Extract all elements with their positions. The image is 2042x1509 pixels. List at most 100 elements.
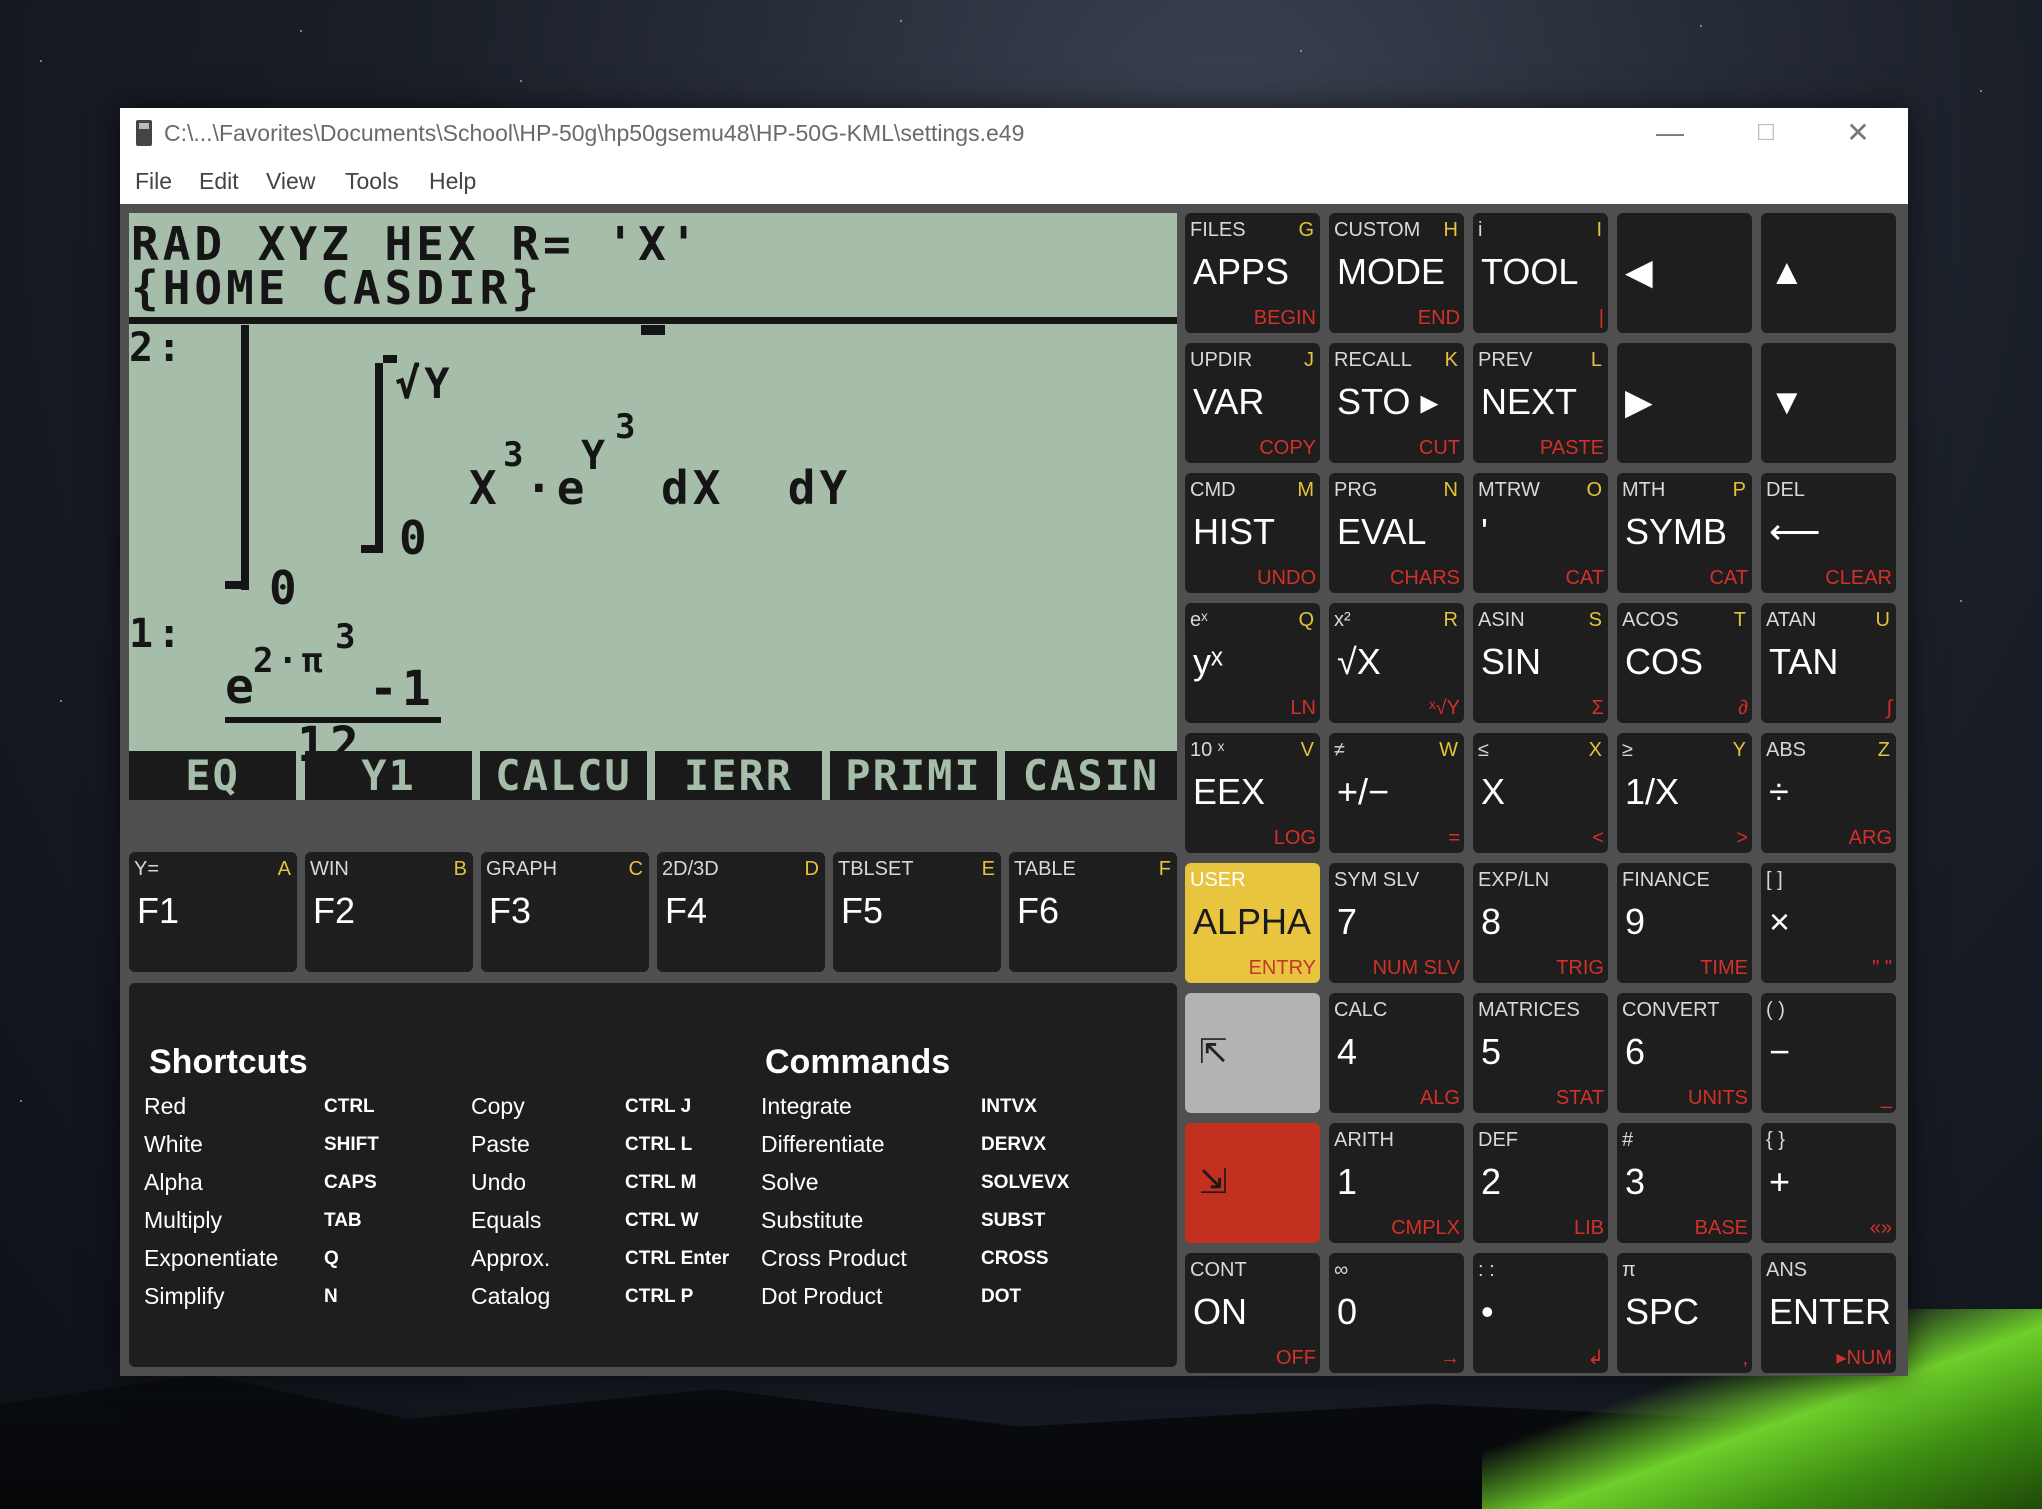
key-f2[interactable]: WIN B F2: [305, 852, 473, 972]
key--3[interactable]: ◀: [1617, 213, 1752, 333]
command-key: DOT: [981, 1286, 1022, 1307]
key-cos-18[interactable]: ACOS T COS ∂: [1617, 603, 1752, 723]
key-label-tr: Z: [1877, 739, 1890, 761]
key-label-tl: 10 ˣ: [1190, 739, 1225, 761]
key-tool-2[interactable]: i I TOOL |: [1473, 213, 1608, 333]
key-next-7[interactable]: PREV L NEXT PASTE: [1473, 343, 1608, 463]
command-key: SOLVEVX: [981, 1172, 1070, 1193]
key-label-main: 2: [1481, 1161, 1502, 1202]
key-f1[interactable]: Y= A F1: [129, 852, 297, 972]
key-hist-10[interactable]: CMD M HIST UNDO: [1185, 473, 1320, 593]
lcd-tab-3: CALCU: [480, 751, 647, 800]
lcd-tab-4: IERR: [655, 751, 822, 800]
key-label-br: CUT: [1418, 437, 1460, 459]
key--42[interactable]: : : • ↲: [1473, 1253, 1608, 1373]
key-alpha-25[interactable]: USER ALPHA ENTRY: [1185, 863, 1320, 983]
key-f3[interactable]: GRAPH C F3: [481, 852, 649, 972]
key-label-main: 4: [1337, 1031, 1358, 1072]
shortcut-name: White: [144, 1131, 203, 1157]
key-eval-11[interactable]: PRG N EVAL CHARS: [1329, 473, 1464, 593]
key--4[interactable]: ▲: [1761, 213, 1896, 333]
key-f4[interactable]: 2D/3D D F4: [657, 852, 825, 972]
key-1-36[interactable]: ARITH 1 CMPLX: [1329, 1123, 1464, 1243]
key-label-tl: ARITH: [1334, 1129, 1394, 1151]
key-label-tl: CALC: [1334, 999, 1388, 1021]
key-var-5[interactable]: UPDIR J VAR COPY: [1185, 343, 1320, 463]
emulator-window: C:\...\Favorites\Documents\School\HP-50g…: [120, 108, 1908, 1376]
key--30[interactable]: ⇱: [1185, 993, 1320, 1113]
shortcut-key: N: [324, 1286, 338, 1307]
menu-tools[interactable]: Tools: [345, 168, 399, 195]
key-label-tl: ≠: [1334, 739, 1345, 761]
key-8-27[interactable]: EXP/LN 8 TRIG: [1473, 863, 1608, 983]
key--9[interactable]: ▼: [1761, 343, 1896, 463]
minimize-button[interactable]: —: [1624, 108, 1716, 158]
title-bar[interactable]: C:\...\Favorites\Documents\School\HP-50g…: [120, 108, 1908, 158]
lcd-separator: [129, 317, 1177, 324]
key-0-41[interactable]: ∞ 0 →: [1329, 1253, 1464, 1373]
key-9-28[interactable]: FINANCE 9 TIME: [1617, 863, 1752, 983]
key-sin-17[interactable]: ASIN S SIN Σ: [1473, 603, 1608, 723]
key--21[interactable]: ≠ W +/− =: [1329, 733, 1464, 853]
key-6-33[interactable]: CONVERT 6 UNITS: [1617, 993, 1752, 1113]
key-label-main: SYMB: [1625, 511, 1728, 552]
lcd-status-line-2: {HOME CASDIR}: [131, 261, 544, 315]
key-symb-13[interactable]: MTH P SYMB CAT: [1617, 473, 1752, 593]
key-x-22[interactable]: ≤ X X <: [1473, 733, 1608, 853]
close-button[interactable]: ✕: [1812, 108, 1904, 158]
key-1-x-23[interactable]: ≥ Y 1/X >: [1617, 733, 1752, 853]
key--34[interactable]: ( ) − _: [1761, 993, 1896, 1113]
key-f5[interactable]: TBLSET E F5: [833, 852, 1001, 972]
key-y-15[interactable]: eˣ Qyˣ LN: [1185, 603, 1320, 723]
key-enter-44[interactable]: ANS ENTER ▸NUM: [1761, 1253, 1896, 1373]
menu-file[interactable]: File: [135, 168, 172, 195]
menu-edit[interactable]: Edit: [199, 168, 239, 195]
key-3-38[interactable]: #3 BASE: [1617, 1123, 1752, 1243]
key-spc-43[interactable]: π SPC,: [1617, 1253, 1752, 1373]
key-tan-19[interactable]: ATAN U TAN ∫: [1761, 603, 1896, 723]
key-2-37[interactable]: DEF 2 LIB: [1473, 1123, 1608, 1243]
key-label-tl: UPDIR: [1190, 349, 1253, 371]
key-4-31[interactable]: CALC 4 ALG: [1329, 993, 1464, 1113]
key-label-main: EVAL: [1337, 511, 1427, 552]
key--29[interactable]: [ ] × " ": [1761, 863, 1896, 983]
key-5-32[interactable]: MATRICES 5 STAT: [1473, 993, 1608, 1113]
key--35[interactable]: ⇲: [1185, 1123, 1320, 1243]
key-label-main: 7: [1337, 901, 1358, 942]
key--12[interactable]: MTRW O ' CAT: [1473, 473, 1608, 593]
edit-shortcut-name: Equals: [471, 1207, 542, 1233]
key-label-tl: ≤: [1478, 739, 1489, 761]
key-sto-6[interactable]: RECALL K STO ▸ CUT: [1329, 343, 1464, 463]
key-label-tl: RECALL: [1334, 349, 1412, 371]
key-f6[interactable]: TABLE F F6: [1009, 852, 1177, 972]
key-label-tr: M: [1297, 479, 1314, 501]
key-on-40[interactable]: CONT ON OFF: [1185, 1253, 1320, 1373]
key-apps-0[interactable]: FILES G APPS BEGIN: [1185, 213, 1320, 333]
key-label-tl: π: [1622, 1259, 1636, 1281]
menu-view[interactable]: View: [266, 168, 315, 195]
key-mode-1[interactable]: CUSTOM H MODE END: [1329, 213, 1464, 333]
key--8[interactable]: ▶: [1617, 343, 1752, 463]
key-label-tl: x²: [1334, 609, 1351, 631]
key--24[interactable]: ABS Z ÷ ARG: [1761, 733, 1896, 853]
key-label-tl: : :: [1478, 1259, 1495, 1281]
lcd-menu-tabs: EQ Y1 CALCU IERR PRIMI CASIN: [129, 751, 1177, 800]
key-label-br: ,: [1742, 1347, 1748, 1369]
key-label-tl: DEL: [1766, 479, 1805, 501]
inner-integral-sign: [375, 363, 383, 553]
result-exponent-cube: 3: [335, 617, 360, 657]
key-label-main: TAN: [1769, 641, 1839, 682]
key-label-tl: MTRW: [1478, 479, 1540, 501]
key-label-tr: G: [1298, 219, 1314, 241]
maximize-button[interactable]: ☐: [1720, 108, 1812, 158]
key--39[interactable]: { } + «»: [1761, 1123, 1896, 1243]
key--14[interactable]: DEL ⟵ CLEAR: [1761, 473, 1896, 593]
menu-help[interactable]: Help: [429, 168, 476, 195]
key-x-16[interactable]: x² R √X ˣ√Y: [1329, 603, 1464, 723]
lcd-screen: RAD XYZ HEX R= 'X' {HOME CASDIR} 2: 0 √Y…: [129, 213, 1177, 800]
key-eex-20[interactable]: 10 ˣ V EEX LOG: [1185, 733, 1320, 853]
key-label-br: OFF: [1276, 1347, 1316, 1369]
command-key: INTVX: [981, 1096, 1037, 1117]
key-label-tr: L: [1590, 349, 1602, 371]
key-7-26[interactable]: SYM SLV 7 NUM SLV: [1329, 863, 1464, 983]
